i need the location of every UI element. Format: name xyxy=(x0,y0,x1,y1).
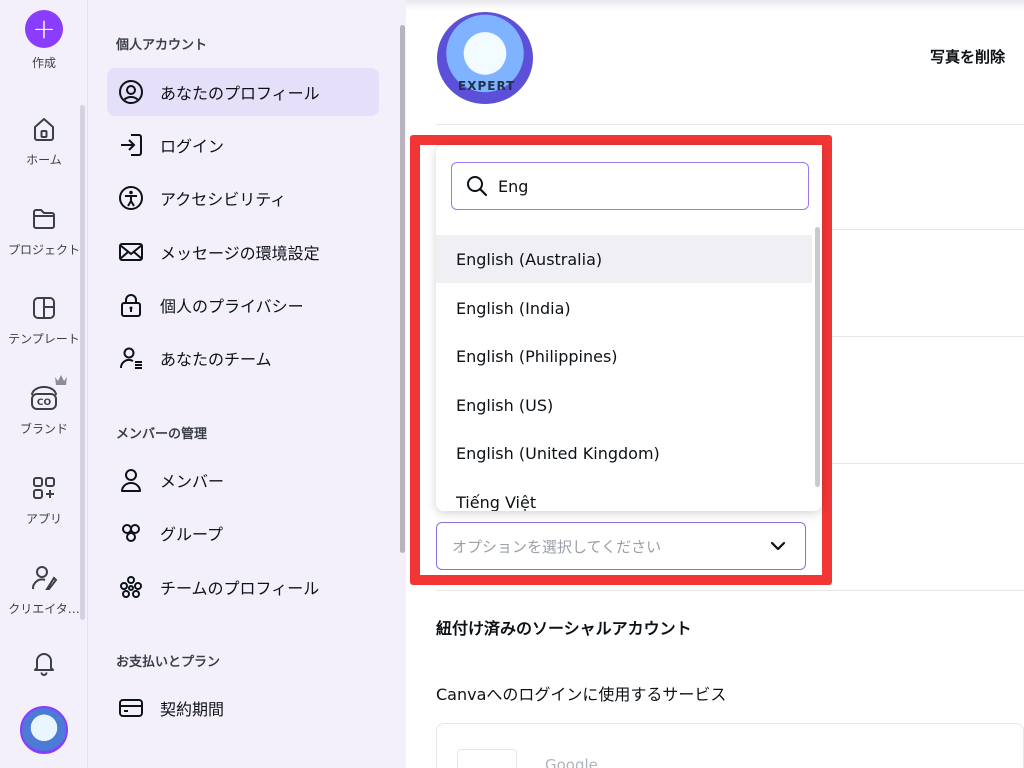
language-option[interactable]: English (Philippines) xyxy=(436,332,812,380)
create-label: 作成 xyxy=(31,56,56,70)
rail-item-creators[interactable]: クリエイタ… xyxy=(0,562,88,617)
language-option[interactable]: English (United Kingdom) xyxy=(436,429,812,477)
group-icon xyxy=(117,519,145,547)
rail-label-home: ホーム xyxy=(26,153,62,167)
home-icon xyxy=(28,113,60,145)
nav-label-members: メンバー xyxy=(160,472,225,491)
divider xyxy=(436,124,1024,125)
nav-label-groups: グループ xyxy=(160,525,224,544)
rail-item-projects[interactable]: プロジェクト xyxy=(0,203,88,258)
notifications-button[interactable] xyxy=(0,646,88,678)
svg-text:CO: CO xyxy=(37,398,52,408)
google-icon xyxy=(457,749,517,768)
rail-scrollbar[interactable] xyxy=(80,105,85,620)
rail-label-templates: テンプレート xyxy=(8,332,80,346)
team-profile-icon xyxy=(117,573,145,601)
login-icon xyxy=(117,131,145,159)
social-accounts-subtitle: Canvaへのログインに使用するサービス xyxy=(436,685,727,704)
rail-label-creators: クリエイタ… xyxy=(8,602,80,616)
nav-label-profile: あなたのプロフィール xyxy=(160,84,320,103)
rail-item-apps[interactable]: アプリ xyxy=(0,472,88,527)
nav-section-personal: 個人アカウント xyxy=(116,38,208,53)
nav-label-privacy: 個人のプライバシー xyxy=(160,297,304,316)
mail-icon xyxy=(117,238,145,266)
brand-icon: CO xyxy=(28,382,60,414)
plus-icon[interactable]: + xyxy=(25,10,63,48)
folder-icon xyxy=(28,203,60,235)
rail-label-projects: プロジェクト xyxy=(7,243,80,257)
language-option[interactable]: Tiếng Việt xyxy=(436,478,812,512)
nav-item-accessibility[interactable]: アクセシビリティ xyxy=(107,174,379,222)
rail-label-apps: アプリ xyxy=(25,512,62,526)
nav-section-billing: お支払いとプラン xyxy=(116,655,221,670)
person-icon xyxy=(117,466,145,494)
accessibility-icon xyxy=(117,184,145,212)
nav-item-groups[interactable]: グループ xyxy=(107,509,379,557)
profile-photo-text: EXPERT xyxy=(458,79,516,93)
nav-label-team: あなたのチーム xyxy=(160,350,272,369)
lock-icon xyxy=(117,291,145,319)
apps-icon xyxy=(28,472,60,504)
nav-item-login[interactable]: ログイン xyxy=(107,121,379,169)
nav-item-billing-period[interactable]: 契約期間 xyxy=(107,684,379,732)
google-account-row[interactable]: Google xyxy=(436,723,1024,768)
nav-label-team-profile: チームのプロフィール xyxy=(160,579,320,598)
card-icon xyxy=(117,694,145,722)
rail-item-home[interactable]: ホーム xyxy=(0,113,88,168)
nav-item-team[interactable]: あなたのチーム xyxy=(107,334,379,382)
team-icon xyxy=(117,344,145,372)
rail-label-brand: ブランド xyxy=(19,422,68,436)
search-input[interactable] xyxy=(498,176,798,196)
nav-item-members[interactable]: メンバー xyxy=(107,456,379,504)
nav-item-messages[interactable]: メッセージの環境設定 xyxy=(107,228,379,276)
nav-label-login: ログイン xyxy=(160,137,225,156)
search-icon xyxy=(464,173,490,199)
google-label: Google xyxy=(545,756,598,768)
language-option[interactable]: English (US) xyxy=(436,381,812,429)
top-shadow xyxy=(406,0,1024,10)
avatar[interactable] xyxy=(20,706,68,754)
rail-item-templates[interactable]: テンプレート xyxy=(0,292,88,347)
profile-icon xyxy=(117,78,145,106)
template-icon xyxy=(28,292,60,324)
dropdown-scrollbar[interactable] xyxy=(815,227,820,487)
language-option[interactable]: English (Australia) xyxy=(436,235,812,283)
nav-item-profile[interactable]: あなたのプロフィール xyxy=(107,68,379,116)
nav-item-privacy[interactable]: 個人のプライバシー xyxy=(107,281,379,329)
creator-icon xyxy=(28,562,60,594)
rail-item-brand[interactable]: CO ブランド xyxy=(0,382,88,437)
nav-item-team-profile[interactable]: チームのプロフィール xyxy=(107,563,379,611)
language-search[interactable] xyxy=(451,162,809,210)
delete-photo-button[interactable]: 写真を削除 xyxy=(930,46,1005,67)
nav-label-messages: メッセージの環境設定 xyxy=(160,244,320,263)
language-dropdown: English (Australia) English (India) Engl… xyxy=(436,145,822,511)
nav-label-accessibility: アクセシビリティ xyxy=(160,190,287,209)
bell-icon[interactable] xyxy=(28,646,60,678)
language-option[interactable]: English (India) xyxy=(436,284,812,332)
nav-scrollbar[interactable] xyxy=(400,25,405,553)
nav-label-billing-period: 契約期間 xyxy=(160,700,225,719)
create-button[interactable]: + 作成 xyxy=(0,10,88,71)
divider xyxy=(436,590,1024,591)
social-accounts-title: 紐付け済みのソーシャルアカウント xyxy=(436,619,692,638)
nav-section-members: メンバーの管理 xyxy=(116,427,208,442)
